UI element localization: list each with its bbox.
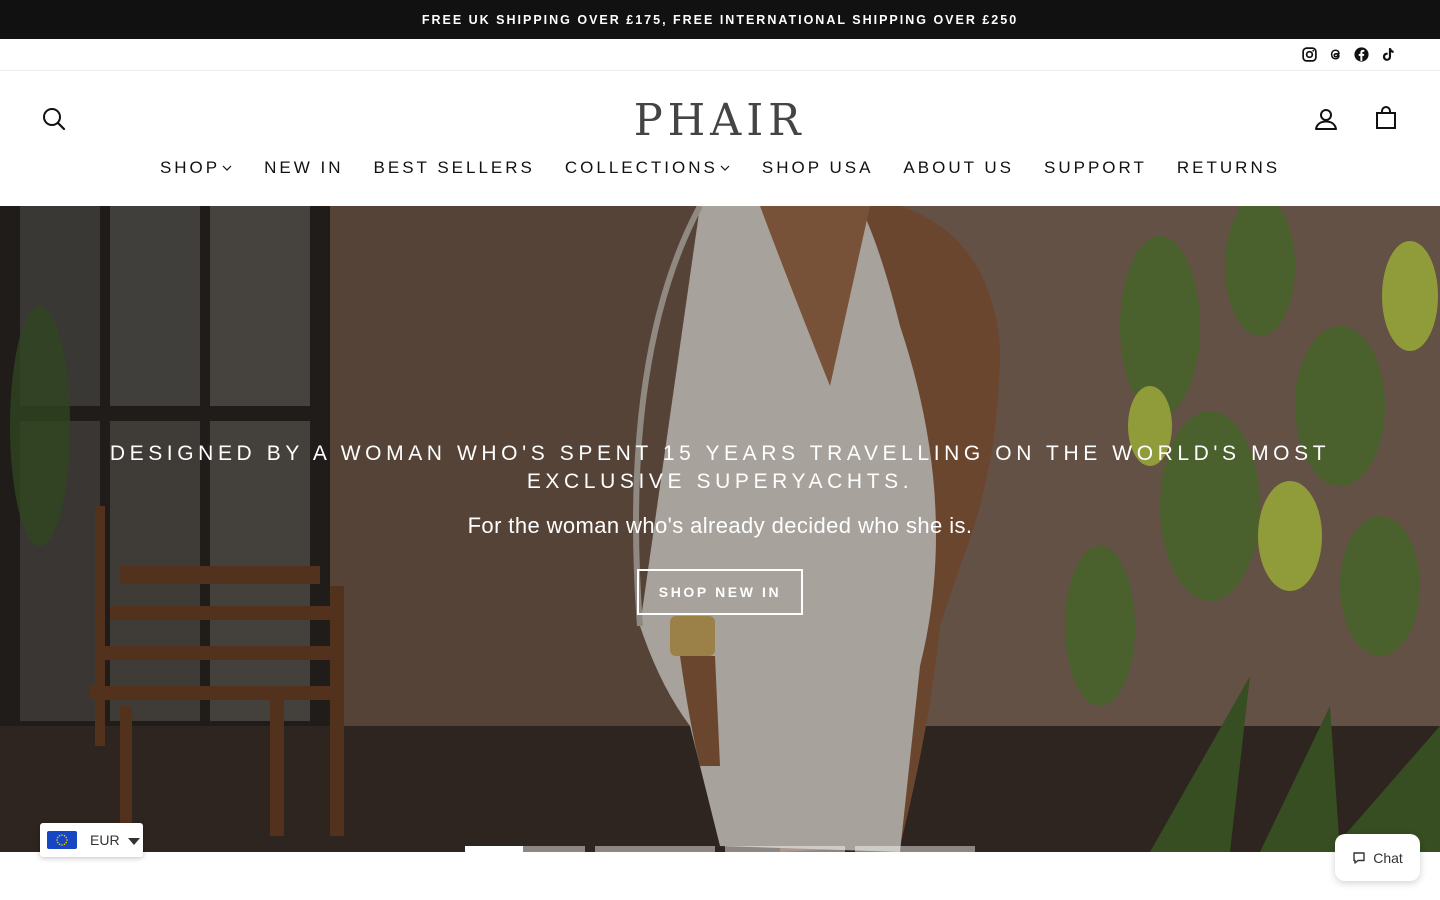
caret-down-icon — [127, 837, 140, 845]
announcement-text: FREE UK SHIPPING OVER £175, FREE INTERNA… — [421, 12, 1019, 27]
chevron-down-icon — [720, 162, 732, 174]
nav-item-label: SHOP USA — [761, 158, 874, 177]
slide-indicators — [465, 846, 975, 852]
nav-item-label: BEST SELLERS — [373, 158, 535, 177]
nav-item-label: NEW IN — [264, 158, 344, 177]
slide-indicator-4[interactable] — [855, 846, 975, 852]
threads-icon[interactable] — [1326, 45, 1344, 63]
nav-item-shop-usa[interactable]: SHOP USA — [747, 155, 889, 181]
eu-flag-icon — [47, 831, 77, 849]
nav-item-label: COLLECTIONS — [564, 158, 718, 177]
slide-progress — [465, 846, 523, 852]
social-links — [1300, 45, 1396, 63]
nav-item-collections[interactable]: COLLECTIONS — [550, 155, 747, 181]
tiktok-icon[interactable] — [1378, 45, 1396, 63]
nav-item-label: ABOUT US — [903, 158, 1015, 177]
nav-item-support[interactable]: SUPPORT — [1029, 155, 1162, 181]
main-navigation: SHOP NEW IN BEST SELLERS COLLECTIONS SHO… — [0, 155, 1440, 181]
slide-indicator-1[interactable] — [465, 846, 585, 852]
currency-selector[interactable]: EUR — [40, 823, 143, 857]
announcement-bar: FREE UK SHIPPING OVER £175, FREE INTERNA… — [0, 0, 1440, 39]
nav-item-label: SHOP — [159, 158, 221, 177]
nav-item-label: RETURNS — [1176, 158, 1281, 177]
site-header: PHAIR SHOP NEW IN BEST SELLERS COLLECTIO… — [0, 71, 1440, 206]
chevron-down-icon — [222, 162, 234, 174]
chat-label: Chat — [1373, 849, 1403, 866]
instagram-icon[interactable] — [1300, 45, 1318, 63]
hero-content: DESIGNED BY A WOMAN WHO'S SPENT 15 YEARS… — [80, 440, 1360, 615]
site-logo[interactable]: PHAIR — [0, 95, 1440, 146]
hero-slideshow: DESIGNED BY A WOMAN WHO'S SPENT 15 YEARS… — [0, 206, 1440, 852]
account-icon[interactable] — [1310, 103, 1342, 135]
slide-indicator-3[interactable] — [725, 846, 845, 852]
cart-icon[interactable] — [1370, 102, 1402, 134]
chat-button[interactable]: Chat — [1335, 834, 1420, 881]
chat-bubble-icon — [1353, 851, 1365, 864]
currency-code: EUR — [90, 832, 120, 848]
nav-item-best-sellers[interactable]: BEST SELLERS — [359, 155, 550, 181]
nav-item-shop[interactable]: SHOP — [145, 155, 249, 181]
hero-subheading: For the woman who's already decided who … — [467, 513, 973, 538]
nav-item-label: SUPPORT — [1044, 158, 1147, 177]
nav-item-returns[interactable]: RETURNS — [1162, 155, 1295, 181]
facebook-icon[interactable] — [1352, 45, 1370, 63]
nav-item-new-in[interactable]: NEW IN — [249, 155, 358, 181]
nav-item-about-us[interactable]: ABOUT US — [888, 155, 1029, 181]
social-bar — [0, 39, 1440, 71]
shop-new-in-button[interactable]: SHOP NEW IN — [636, 569, 804, 615]
slide-indicator-2[interactable] — [595, 846, 715, 852]
hero-heading: DESIGNED BY A WOMAN WHO'S SPENT 15 YEARS… — [109, 442, 1331, 493]
